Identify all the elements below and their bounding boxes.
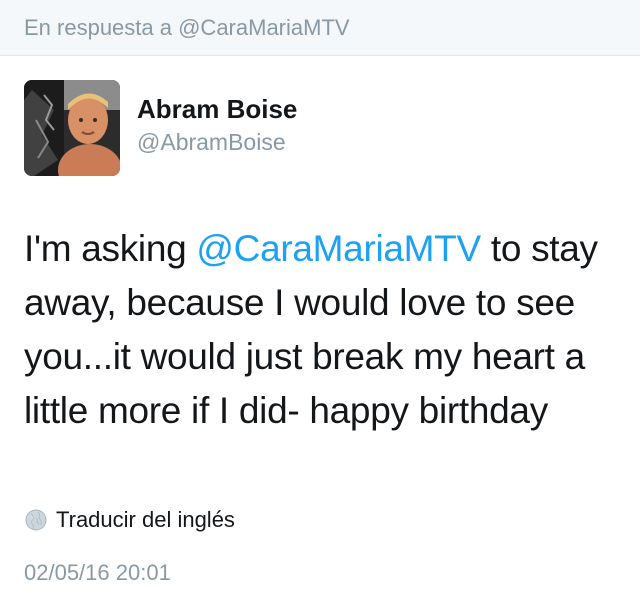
tweet-mention-link[interactable]: @CaraMariaMTV [196,228,481,269]
translate-label[interactable]: Traducir del inglés [56,507,235,533]
reply-context-text[interactable]: En respuesta a @CaraMariaMTV [24,15,350,41]
globe-icon [25,509,47,531]
author-name[interactable]: Abram Boise [137,94,297,125]
avatar[interactable] [24,80,120,176]
tweet-timestamp: 02/05/16 20:01 [24,560,171,585]
profile-photo-icon [24,80,120,176]
reply-context-bar[interactable]: En respuesta a @CaraMariaMTV [0,0,640,56]
author-handle[interactable]: @AbramBoise [137,129,286,156]
tweet-text: I'm asking @CaraMariaMTV to stay away, b… [24,222,624,438]
translate-button[interactable]: Traducir del inglés [24,507,235,533]
tweet-text-before: I'm asking [24,228,197,269]
